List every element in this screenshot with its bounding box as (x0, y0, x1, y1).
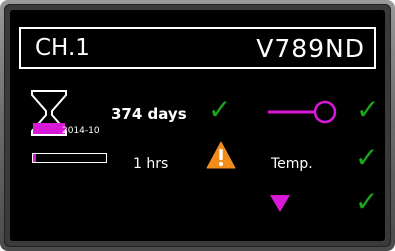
progress-fill (33, 154, 36, 162)
check-icon-days: ✓ (208, 93, 232, 126)
days-remaining: 374 days (111, 105, 187, 123)
temperature-label: Temp. (271, 156, 313, 172)
device-frame: CH.1 V789ND 2014-10 374 days ✓ 1 hrs ✓ T… (0, 0, 395, 251)
device-id-label: V789ND (256, 34, 365, 63)
progress-bar (32, 153, 107, 163)
check-icon-arrow: ✓ (355, 185, 379, 218)
hours-label: 1 hrs (133, 156, 169, 172)
warning-icon (206, 141, 236, 169)
header-bar: CH.1 V789ND (19, 27, 376, 69)
hourglass-date: 2014-10 (62, 126, 100, 136)
channel-label: CH.1 (35, 35, 90, 61)
arrow-down-icon (270, 195, 290, 212)
sensor-probe-icon (268, 100, 337, 124)
check-icon-temp: ✓ (355, 141, 379, 174)
display-screen: CH.1 V789ND 2014-10 374 days ✓ 1 hrs ✓ T… (10, 10, 385, 241)
check-icon-sensor: ✓ (356, 93, 380, 126)
